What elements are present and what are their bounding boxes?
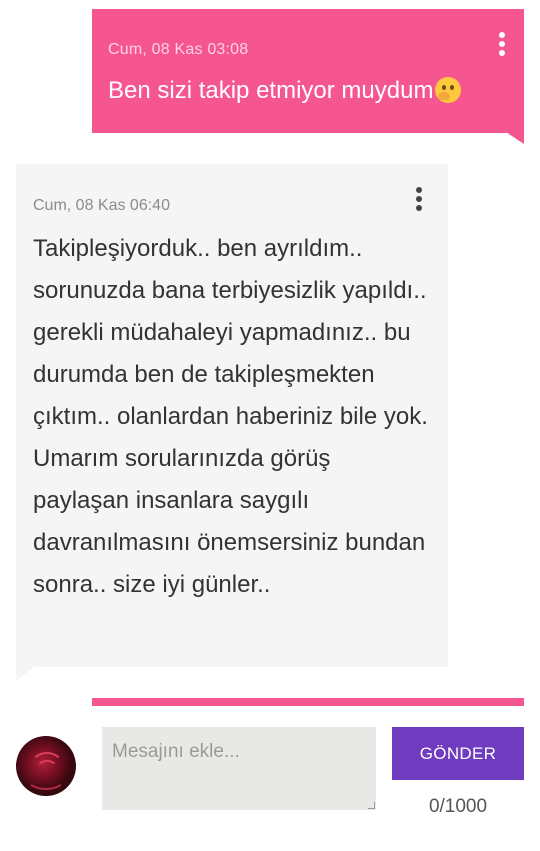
resize-handle-icon[interactable] [368,802,375,809]
send-button[interactable]: GÖNDER [392,727,524,780]
message-timestamp: Cum, 08 Kas 06:40 [33,197,170,214]
user-avatar[interactable] [16,736,76,796]
incoming-message-bubble: Cum, 08 Kas 06:40 Takipleşiyorduk.. ben … [16,164,448,667]
message-input[interactable] [102,727,376,810]
thinking-face-icon [435,77,462,103]
outgoing-message-bubble: Cum, 08 Kas 03:08 Ben sizi takip etmiyor… [92,9,524,133]
message-timestamp: Cum, 08 Kas 03:08 [108,41,249,58]
more-vertical-icon[interactable] [409,184,429,218]
message-text-row: Ben sizi takip etmiyor muydum [108,77,462,105]
message-text: Ben sizi takip etmiyor muydum [108,77,434,104]
character-counter: 0/1000 [428,796,488,817]
incoming-bubble-tail [16,667,34,681]
more-vertical-icon[interactable] [492,29,512,63]
outgoing-bubble-tail [506,132,524,144]
composer-divider [92,698,524,706]
message-text: Takipleşiyorduk.. ben ayrıldım.. sorunuz… [33,235,428,598]
